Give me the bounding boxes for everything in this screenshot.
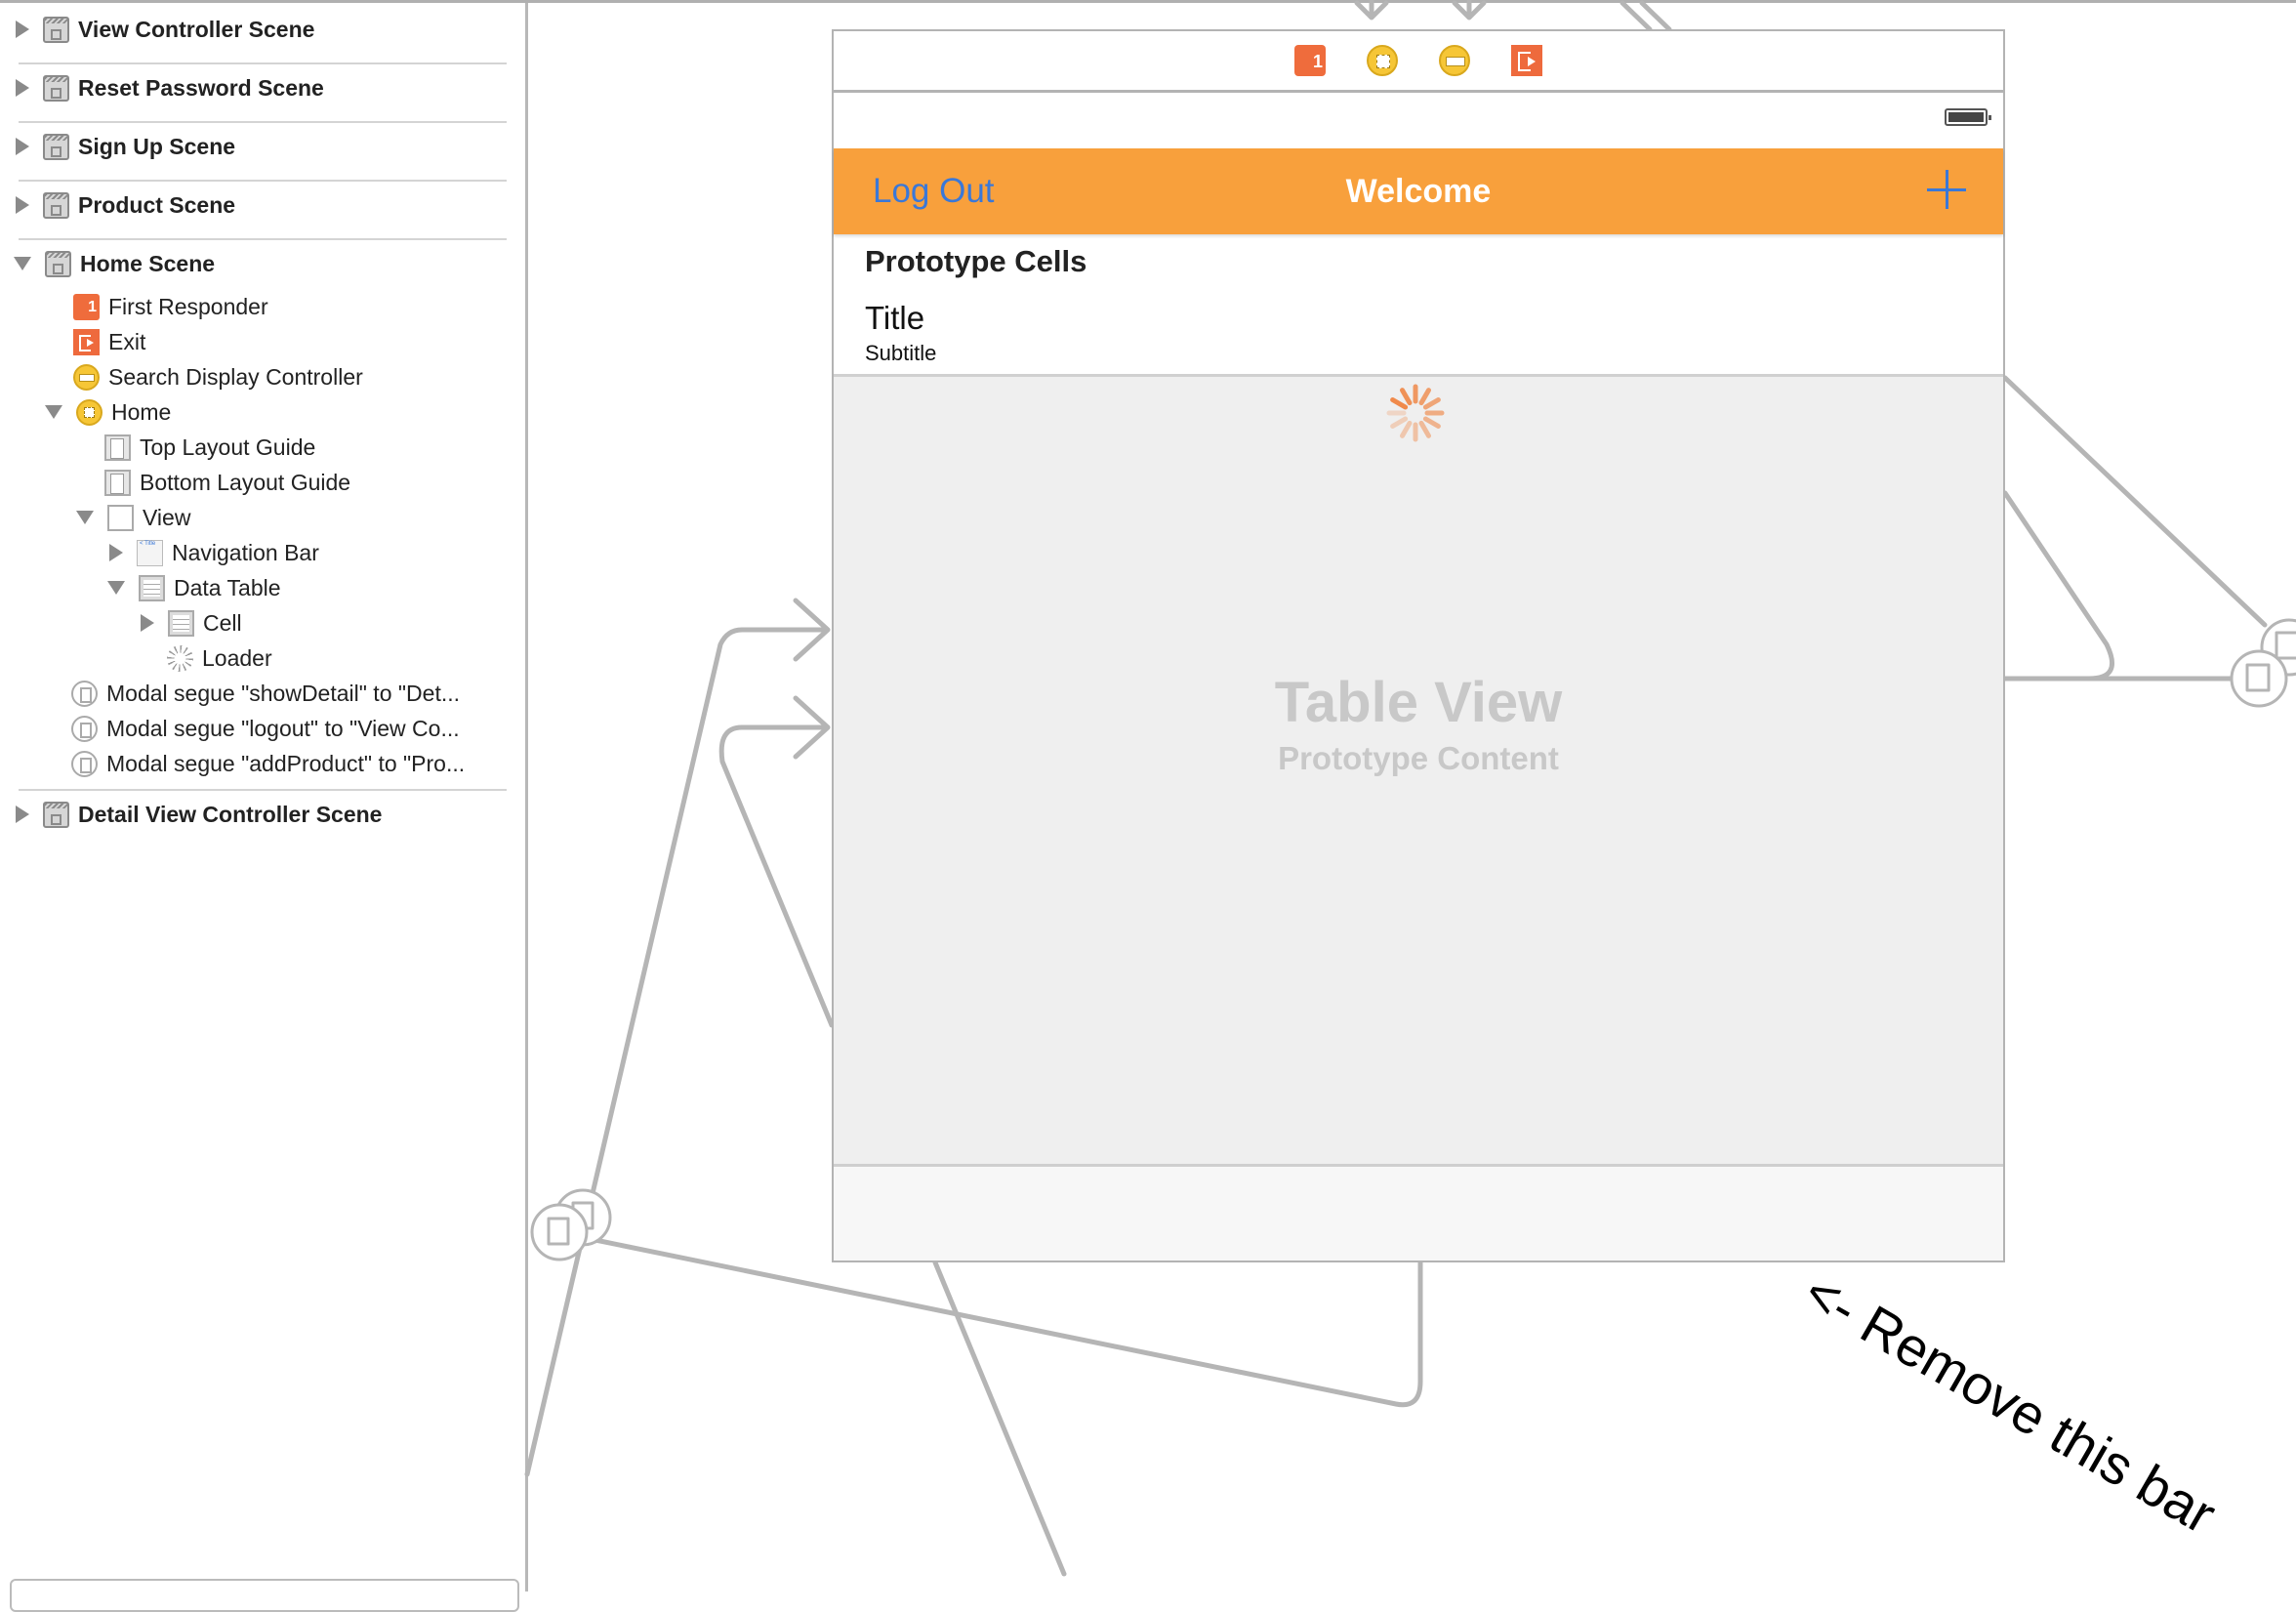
table-view[interactable]: Table View Prototype Content (834, 374, 2003, 1174)
bottom-toolbar[interactable] (834, 1164, 2003, 1261)
spinner-spoke (1400, 420, 1413, 438)
spinner-spoke (1422, 416, 1441, 429)
table-view-placeholder-subtitle: Prototype Content (1278, 740, 1559, 776)
spinner-spoke (1390, 416, 1409, 429)
cell-subtitle: Subtitle (865, 341, 937, 365)
activity-indicator-icon[interactable] (1381, 379, 1450, 447)
log-out-button[interactable]: Log Out (873, 148, 995, 234)
segue-line-addproduct[interactable] (583, 1235, 1423, 1408)
segue-line-logout[interactable] (524, 598, 831, 1477)
navigation-bar[interactable]: Welcome Log Out (834, 148, 2003, 234)
spinner-spoke (1400, 388, 1413, 406)
home-scene-view-controller[interactable]: 1 Welcome Log Out Prototype Cells Title … (832, 29, 2005, 1262)
prototype-cells-header: Prototype Cells (865, 244, 1087, 278)
spinner-spoke (1390, 397, 1409, 410)
segue-line (2002, 375, 2268, 628)
cell-title: Title (865, 300, 925, 336)
table-view-placeholder-title: Table View (1274, 671, 1563, 734)
first-responder-icon[interactable]: 1 (1294, 45, 1326, 76)
plus-icon[interactable] (1927, 170, 1966, 209)
segue-line (932, 1260, 1067, 1577)
search-display-controller-icon[interactable] (1439, 45, 1470, 76)
segue-node[interactable] (2230, 649, 2288, 708)
nav-title: Welcome (1345, 173, 1492, 210)
spinner-spoke (1418, 388, 1431, 406)
view-controller-icon[interactable] (1367, 45, 1398, 76)
segue-line (1620, 0, 1672, 32)
exit-icon[interactable] (1511, 45, 1542, 76)
segue-line-showdetail[interactable] (718, 695, 835, 1028)
spinner-spoke (1422, 397, 1441, 410)
spinner-spoke (1418, 420, 1431, 438)
segue-line (2002, 490, 2238, 682)
segue-node[interactable] (530, 1203, 589, 1261)
battery-icon (1945, 108, 1991, 126)
incoming-segue-arrow (1452, 0, 1487, 21)
incoming-segue-arrow (1354, 0, 1389, 21)
status-bar (834, 93, 2003, 148)
scene-dock: 1 (834, 31, 2003, 93)
